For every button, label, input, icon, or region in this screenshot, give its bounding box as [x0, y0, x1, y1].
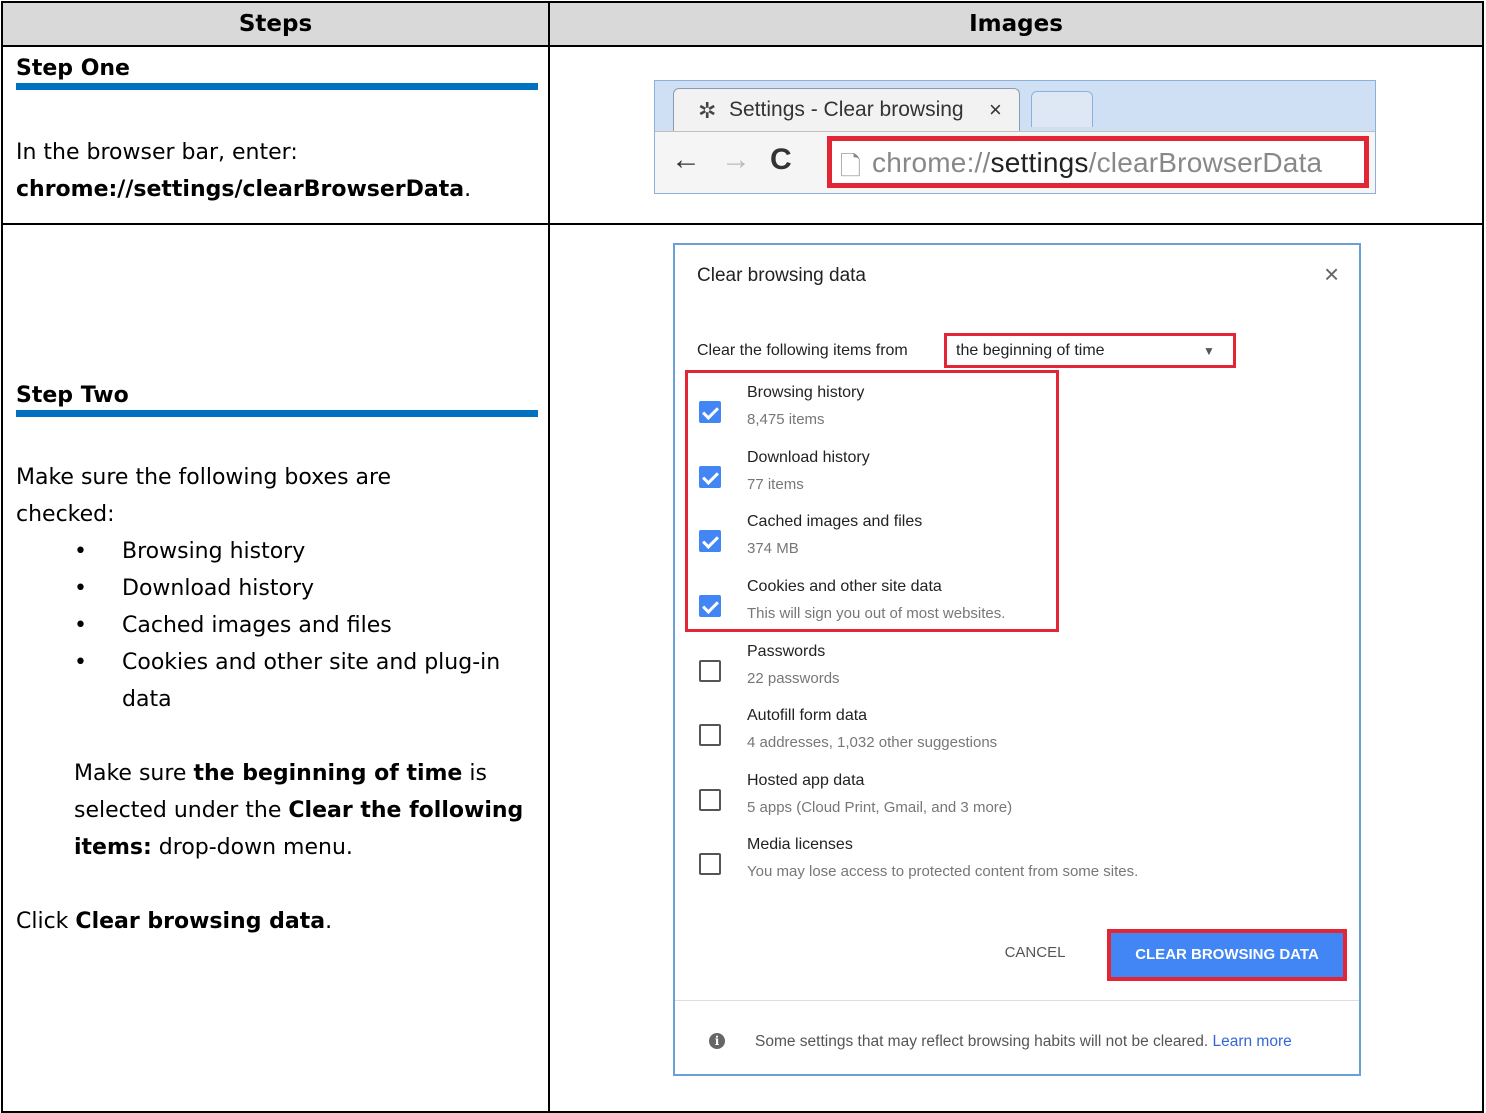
clear-browsing-dialog: Clear browsing data × Clear the followin… [673, 243, 1361, 1076]
url-scheme: chrome:// [872, 147, 991, 178]
item-desc: This will sign you out of most websites. [747, 605, 1006, 622]
time-range-value: the beginning of time [956, 342, 1105, 359]
bullet-item: • Cookies and other site and plug-in data [74, 650, 501, 712]
checkbox-item-autofill[interactable]: Autofill form data 4 addresses, 1,032 ot… [697, 707, 1317, 767]
checkbox-item-passwords[interactable]: Passwords 22 passwords [697, 643, 1317, 703]
clear-browsing-data-button[interactable]: CLEAR BROWSING DATA [1107, 929, 1347, 981]
instructions-table: Steps Images Step One In the browser bar… [1, 1, 1484, 1113]
checkbox-item-media-licenses[interactable]: Media licenses You may lose access to pr… [697, 836, 1317, 896]
checkbox[interactable] [699, 401, 721, 423]
checkbox-item-browsing-history[interactable]: Browsing history 8,475 items [697, 384, 1317, 444]
step-one-text: In the browser bar, enter: chrome://sett… [16, 134, 538, 208]
item-name: Autofill form data [747, 707, 868, 724]
step-one-title: Step One [16, 56, 130, 81]
dialog-divider [675, 1000, 1359, 1001]
item-name: Media licenses [747, 836, 853, 853]
header-steps: Steps [1, 1, 550, 47]
step-one-text-suffix: . [464, 177, 472, 202]
bullet-item: • Browsing history [74, 539, 306, 564]
step-two-cell: Step Two Make sure the following boxes a… [1, 223, 550, 1113]
step-two-para2: Click Clear browsing data. [16, 909, 333, 934]
reload-icon[interactable]: C [770, 143, 792, 177]
header-images: Images [548, 1, 1484, 47]
checkbox[interactable] [699, 595, 721, 617]
checkbox[interactable] [699, 530, 721, 552]
item-name: Hosted app data [747, 772, 865, 789]
address-bar[interactable]: 🗋 chrome://settings/clearBrowserData [827, 136, 1369, 188]
cancel-button[interactable]: CANCEL [989, 933, 1081, 973]
checkbox-item-download-history[interactable]: Download history 77 items [697, 449, 1317, 509]
step-two-image-cell: Clear browsing data × Clear the followin… [548, 223, 1484, 1113]
tab-title: Settings - Clear browsing [729, 98, 964, 121]
info-icon: i [709, 1033, 725, 1049]
page-icon: 🗋 [840, 151, 861, 181]
browser-tab[interactable]: ✲ Settings - Clear browsing × [673, 88, 1020, 132]
item-desc: You may lose access to protected content… [747, 863, 1139, 880]
item-desc: 5 apps (Cloud Print, Gmail, and 3 more) [747, 799, 1013, 816]
close-icon[interactable]: × [1324, 259, 1339, 290]
step-two-bullets: • Browsing history • Download history • Cac… [16, 533, 538, 718]
learn-more-link[interactable]: Learn more [1212, 1033, 1291, 1050]
item-desc: 77 items [747, 476, 804, 493]
step-one-cell: Step One In the browser bar, enter: chro… [1, 45, 550, 225]
checkbox[interactable] [699, 466, 721, 488]
url-path: /clearBrowserData [1088, 147, 1323, 178]
step-one-url: chrome://settings/clearBrowserData [16, 177, 465, 202]
item-desc: 4 addresses, 1,032 other suggestions [747, 734, 998, 751]
checkbox[interactable] [699, 660, 721, 682]
item-desc: 8,475 items [747, 411, 825, 428]
checkbox-item-cached-images[interactable]: Cached images and files 374 MB [697, 513, 1317, 573]
gear-icon: ✲ [698, 98, 717, 123]
info-text: Some settings that may reflect browsing … [755, 1033, 1209, 1050]
checkbox-item-cookies[interactable]: Cookies and other site data This will si… [697, 578, 1317, 638]
forward-arrow-icon[interactable]: → [721, 143, 751, 177]
step-two-title: Step Two [16, 383, 129, 408]
back-arrow-icon[interactable]: ← [671, 143, 701, 177]
step-one-text-prefix: In the browser bar, enter: [16, 140, 298, 165]
step-one-image-cell: ✲ Settings - Clear browsing × ← → C 🗋 ch… [548, 45, 1484, 225]
item-name: Download history [747, 449, 870, 466]
item-desc: 374 MB [747, 540, 799, 557]
step-two-intro: Make sure the following boxes are checke… [16, 465, 392, 527]
time-range-select[interactable]: the beginning of time ▼ [944, 333, 1236, 368]
item-desc: 22 passwords [747, 670, 840, 687]
browser-screenshot: ✲ Settings - Clear browsing × ← → C 🗋 ch… [654, 80, 1376, 194]
item-name: Cached images and files [747, 513, 923, 530]
bullet-item: • Download history [74, 576, 315, 601]
tab-close-icon[interactable]: × [989, 97, 1002, 123]
dialog-title: Clear browsing data [697, 265, 866, 286]
item-name: Browsing history [747, 384, 865, 401]
time-range-label: Clear the following items from [697, 342, 908, 359]
checkbox-item-hosted-apps[interactable]: Hosted app data 5 apps (Cloud Print, Gma… [697, 772, 1317, 832]
info-footer: Some settings that may reflect browsing … [755, 1029, 1345, 1055]
browser-toolbar: ← → C 🗋 chrome://settings/clearBrowserDa… [655, 131, 1375, 193]
item-name: Cookies and other site data [747, 578, 942, 595]
new-tab-button[interactable] [1031, 91, 1093, 127]
checkbox[interactable] [699, 853, 721, 875]
checkbox[interactable] [699, 724, 721, 746]
url-host: settings [990, 147, 1089, 178]
bullet-item: • Cached images and files [74, 613, 392, 638]
step-two-para1: Make sure the beginning of time is selec… [74, 761, 524, 860]
checkbox[interactable] [699, 789, 721, 811]
item-name: Passwords [747, 643, 826, 660]
dropdown-arrow-icon: ▼ [1203, 344, 1215, 358]
address-url: chrome://settings/clearBrowserData [872, 147, 1322, 179]
